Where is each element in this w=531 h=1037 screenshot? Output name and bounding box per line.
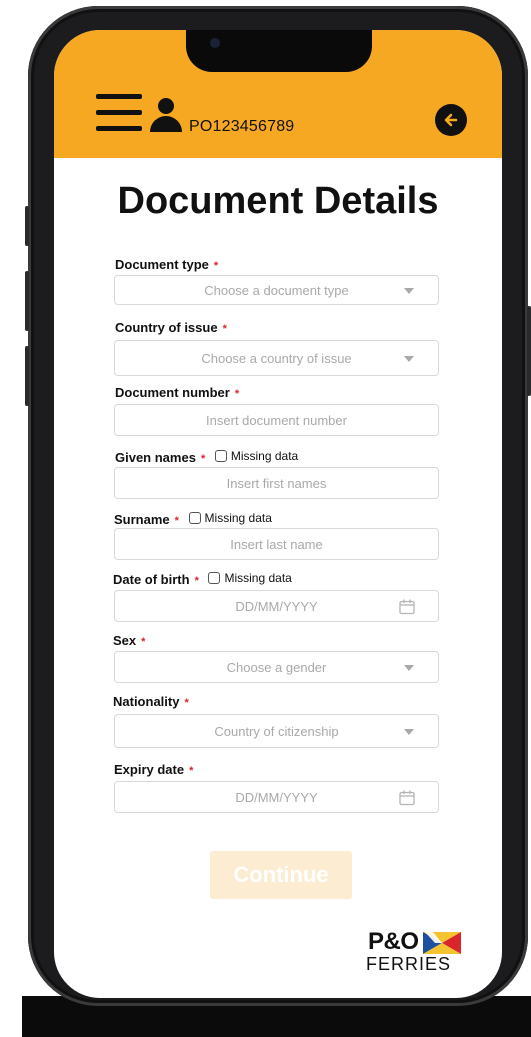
phone-side-button xyxy=(25,206,29,246)
surname-missing-data-checkbox[interactable]: Missing data xyxy=(188,511,272,525)
given-names-placeholder: Insert first names xyxy=(226,476,327,491)
sex-label: Sex * xyxy=(113,633,145,648)
phone-side-button xyxy=(527,306,531,396)
surname-label: Surname * Missing data xyxy=(114,511,272,527)
chevron-down-icon xyxy=(404,729,414,735)
phone-notch xyxy=(186,30,372,72)
date-of-birth-label: Date of birth * Missing data xyxy=(113,571,292,587)
document-number-placeholder: Insert document number xyxy=(206,413,347,428)
country-of-issue-label: Country of issue * xyxy=(115,320,227,335)
date-of-birth-missing-data-checkbox[interactable]: Missing data xyxy=(208,571,292,585)
surname-label-text: Surname xyxy=(114,512,170,527)
given-names-label: Given names * Missing data xyxy=(115,449,298,465)
chevron-down-icon xyxy=(404,665,414,671)
missing-data-label: Missing data xyxy=(204,511,272,525)
expiry-date-label: Expiry date * xyxy=(114,762,193,777)
document-number-label-text: Document number xyxy=(115,385,230,400)
user-icon xyxy=(150,98,182,132)
required-marker: * xyxy=(200,453,206,465)
required-marker: * xyxy=(174,515,179,527)
back-arrow-icon[interactable] xyxy=(435,104,467,136)
sex-select[interactable]: Choose a gender xyxy=(114,651,439,683)
expiry-date-placeholder: DD/MM/YYYY xyxy=(235,790,318,805)
document-type-select[interactable]: Choose a document type xyxy=(114,275,439,305)
flag-icon xyxy=(423,932,461,954)
phone-side-button xyxy=(25,346,29,406)
checkbox-icon xyxy=(214,450,227,462)
expiry-date-input[interactable]: DD/MM/YYYY xyxy=(114,781,439,813)
app-screen: PO123456789 Document Details Document ty… xyxy=(54,30,502,998)
required-marker: * xyxy=(213,260,219,272)
calendar-icon[interactable] xyxy=(398,598,416,616)
continue-button[interactable]: Continue xyxy=(210,851,352,899)
date-of-birth-input[interactable]: DD/MM/YYYY xyxy=(114,590,439,622)
given-names-missing-data-checkbox[interactable]: Missing data xyxy=(214,449,299,463)
document-type-label: Document type * xyxy=(115,257,218,272)
country-of-issue-select[interactable]: Choose a country of issue xyxy=(114,340,439,376)
required-marker: * xyxy=(194,575,199,587)
country-of-issue-placeholder: Choose a country of issue xyxy=(201,351,352,366)
missing-data-label: Missing data xyxy=(230,449,299,463)
missing-data-label: Missing data xyxy=(224,571,292,585)
sex-placeholder: Choose a gender xyxy=(226,660,327,675)
sex-label-text: Sex xyxy=(113,633,137,648)
document-type-label-text: Document type xyxy=(115,257,209,272)
date-of-birth-label-text: Date of birth xyxy=(113,572,190,587)
surname-placeholder: Insert last name xyxy=(230,537,323,552)
required-marker: * xyxy=(222,323,227,335)
menu-icon[interactable] xyxy=(96,94,142,132)
nationality-label-text: Nationality xyxy=(113,694,180,709)
page-title: Document Details xyxy=(117,180,439,222)
required-marker: * xyxy=(184,697,189,709)
date-of-birth-placeholder: DD/MM/YYYY xyxy=(235,599,318,614)
chevron-down-icon xyxy=(404,356,414,362)
given-names-input[interactable]: Insert first names xyxy=(114,467,439,499)
nationality-placeholder: Country of citizenship xyxy=(214,724,339,739)
checkbox-icon xyxy=(208,572,221,584)
logo-subtitle: FERRIES xyxy=(366,954,452,974)
phone-side-button xyxy=(25,271,29,331)
given-names-label-text: Given names xyxy=(115,450,196,465)
nationality-select[interactable]: Country of citizenship xyxy=(114,714,439,748)
checkbox-icon xyxy=(188,512,201,524)
document-number-input[interactable]: Insert document number xyxy=(114,404,439,436)
document-number-label: Document number * xyxy=(115,385,239,400)
expiry-date-label-text: Expiry date xyxy=(114,762,185,777)
camera-icon xyxy=(210,38,220,48)
country-of-issue-label-text: Country of issue xyxy=(115,320,218,335)
nationality-label: Nationality * xyxy=(113,694,189,709)
document-type-placeholder: Choose a document type xyxy=(204,283,349,298)
chevron-down-icon xyxy=(404,288,414,294)
po-ferries-logo: P&O FERRIES xyxy=(364,928,464,978)
required-marker: * xyxy=(141,636,146,648)
logo-wordmark: P&O xyxy=(368,928,419,955)
surname-input[interactable]: Insert last name xyxy=(114,528,439,560)
calendar-icon[interactable] xyxy=(398,789,416,807)
required-marker: * xyxy=(189,765,194,777)
booking-reference: PO123456789 xyxy=(189,118,295,135)
required-marker: * xyxy=(234,388,240,400)
